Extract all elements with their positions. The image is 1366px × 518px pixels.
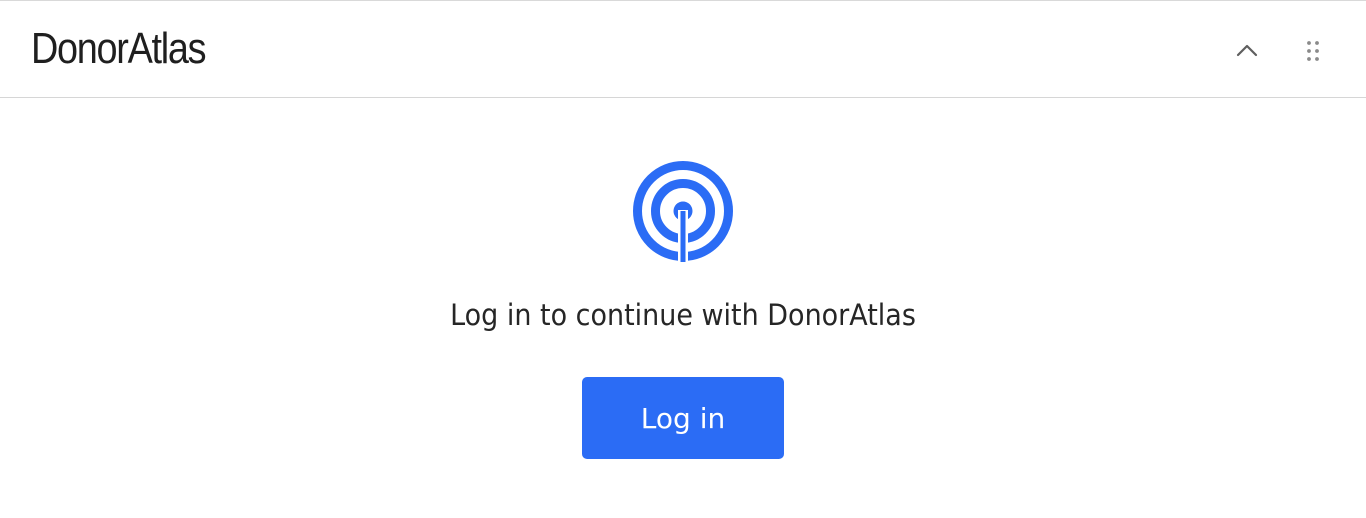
login-prompt-text: Log in to continue with DonorAtlas [450, 298, 916, 332]
collapse-button[interactable] [1229, 31, 1265, 71]
login-button[interactable]: Log in [582, 377, 784, 459]
drag-handle-icon [1307, 41, 1319, 61]
broadcast-target-icon [633, 161, 733, 262]
chevron-up-icon [1236, 44, 1258, 57]
app-title: DonorAtlas [31, 24, 207, 73]
drag-handle[interactable] [1295, 31, 1331, 71]
donoratlas-panel: DonorAtlas Log in to continue with Donor… [0, 0, 1366, 518]
panel-header: DonorAtlas [0, 1, 1366, 98]
login-prompt-area: Log in to continue with DonorAtlas Log i… [0, 99, 1366, 518]
